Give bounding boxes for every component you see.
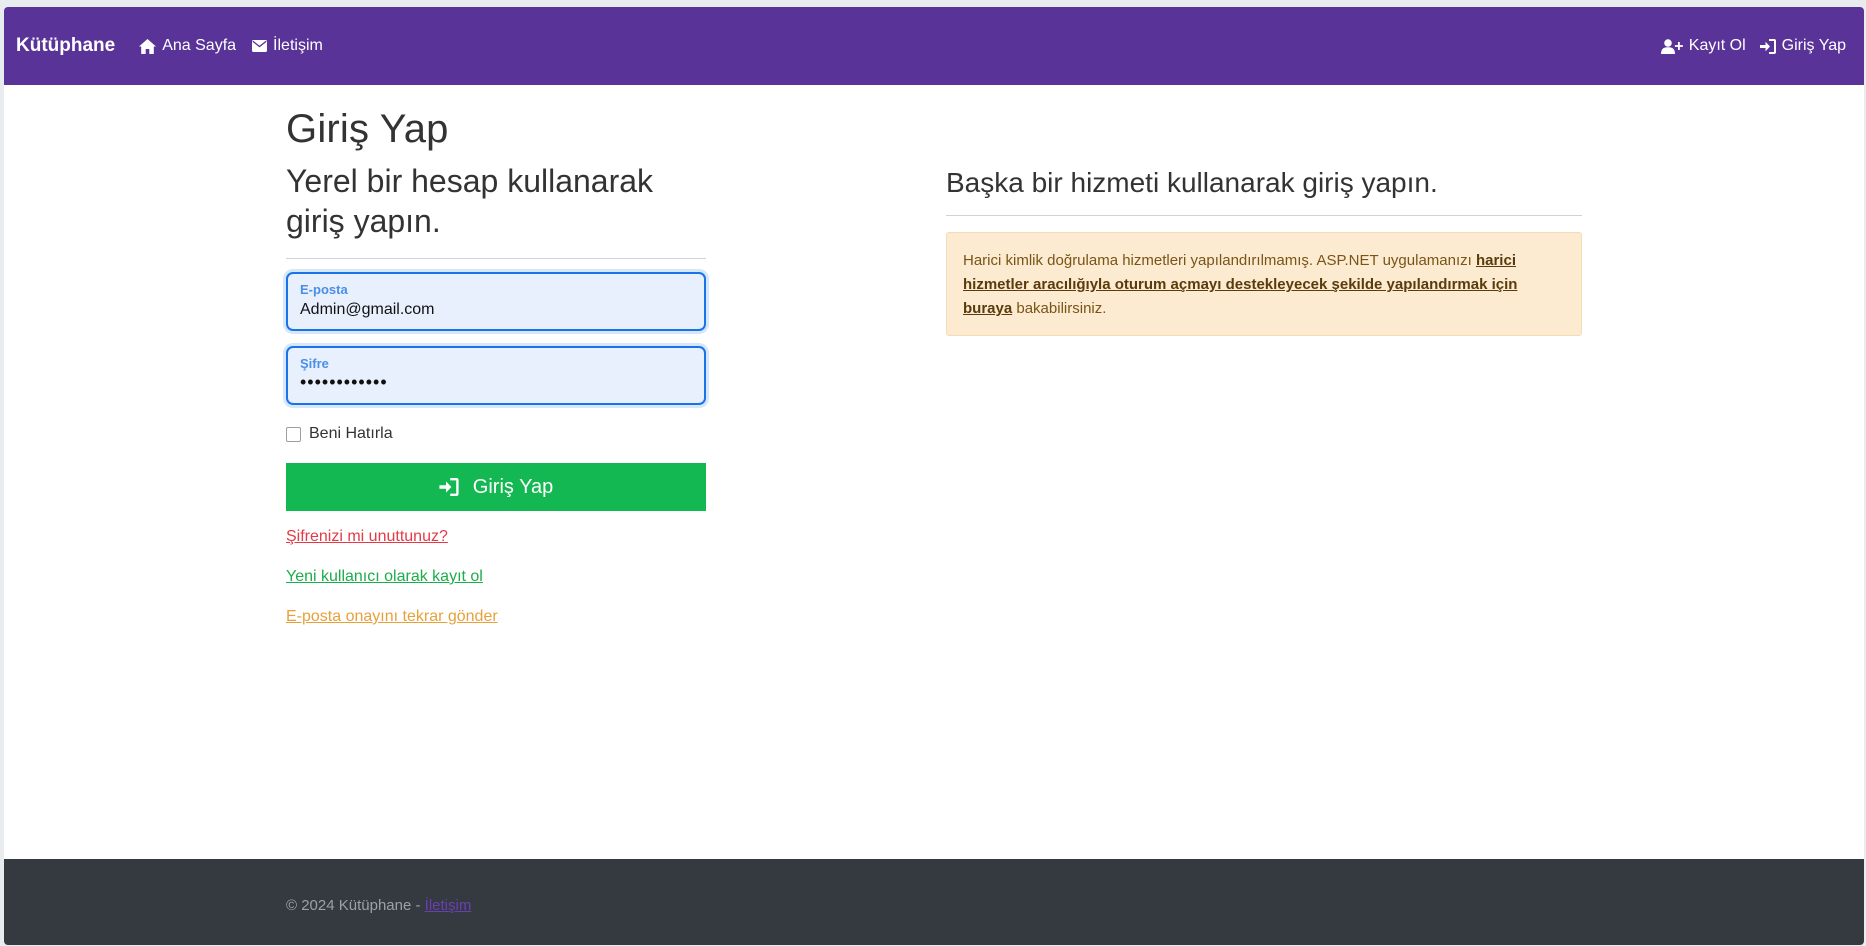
sign-in-icon (1759, 38, 1776, 54)
nav-right: Kayıt Ol Giriş Yap (1660, 37, 1860, 55)
browser-page: Kütüphane Ana Sayfa İletişim Kayıt Ol Gi… (4, 7, 1864, 945)
external-login-alert: Harici kimlik doğrulama hizmetleri yapıl… (946, 232, 1582, 336)
sign-in-icon (439, 478, 459, 496)
login-button[interactable]: Giriş Yap (286, 463, 706, 511)
main-content: Giriş Yap Yerel bir hesap kullanarak gir… (4, 85, 1864, 859)
footer: © 2024 Kütüphane - İletişim (4, 859, 1864, 945)
nav-home[interactable]: Ana Sayfa (139, 37, 236, 55)
alert-text-end: bakabilirsiniz. (1012, 300, 1107, 317)
nav-login-label: Giriş Yap (1781, 37, 1846, 54)
login-button-label: Giriş Yap (472, 475, 554, 498)
page-title: Giriş Yap (286, 107, 449, 151)
home-icon (139, 38, 157, 54)
left-divider (286, 258, 706, 259)
alert-text-start: Harici kimlik doğrulama hizmetleri yapıl… (963, 252, 1476, 269)
navbar: Kütüphane Ana Sayfa İletişim Kayıt Ol Gi… (4, 7, 1864, 85)
nav-login[interactable]: Giriş Yap (1759, 37, 1846, 55)
user-plus-icon (1660, 38, 1683, 54)
nav-register[interactable]: Kayıt Ol (1660, 37, 1746, 55)
footer-text: © 2024 Kütüphane - İletişim (286, 897, 471, 914)
password-label: Şifre (300, 356, 329, 371)
brand-link[interactable]: Kütüphane (16, 35, 115, 57)
forgot-password-link[interactable]: Şifrenizi mi unuttunuz? (286, 528, 448, 546)
right-divider (946, 215, 1582, 216)
email-input[interactable] (300, 301, 690, 319)
password-field[interactable]: Şifre •••••••••••• (286, 346, 706, 405)
register-link[interactable]: Yeni kullanıcı olarak kayıt ol (286, 568, 483, 586)
resend-confirmation-link[interactable]: E-posta onayını tekrar gönder (286, 608, 498, 626)
remember-label: Beni Hatırla (309, 425, 393, 442)
footer-copyright: © 2024 Kütüphane - (286, 897, 425, 914)
nav-home-label: Ana Sayfa (162, 37, 237, 54)
nav-contact-label: İletişim (273, 37, 323, 54)
nav-register-label: Kayıt Ol (1688, 37, 1746, 54)
remember-checkbox[interactable] (286, 426, 301, 442)
local-login-heading: Yerel bir hesap kullanarak giriş yapın. (286, 163, 654, 239)
footer-contact-link[interactable]: İletişim (425, 897, 472, 914)
password-input[interactable]: •••••••••••• (300, 372, 690, 393)
email-field[interactable]: E-posta (286, 272, 706, 331)
email-label: E-posta (300, 282, 348, 297)
external-login-heading: Başka bir hizmeti kullanarak giriş yapın… (946, 167, 1438, 198)
envelope-icon (252, 40, 268, 52)
remember-me[interactable]: Beni Hatırla (286, 425, 393, 443)
nav-contact[interactable]: İletişim (252, 37, 323, 55)
